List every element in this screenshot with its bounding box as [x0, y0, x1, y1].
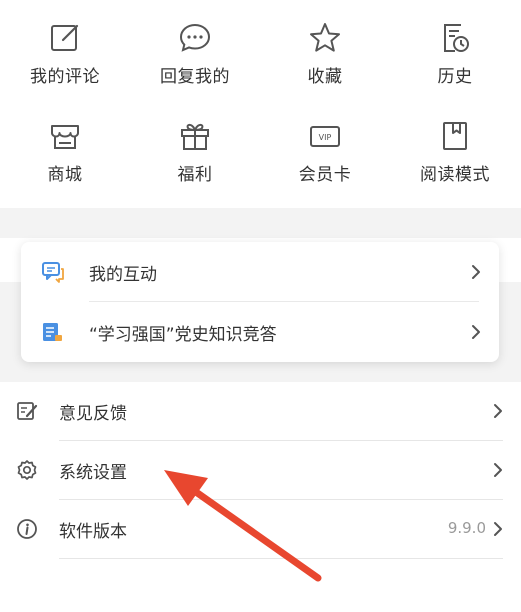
divider — [59, 558, 503, 559]
store-icon — [51, 125, 79, 149]
list-item-label: 意见反馈 — [59, 404, 127, 424]
grid-item-replies[interactable]: 回复我的 — [130, 20, 260, 110]
star-icon — [310, 23, 340, 52]
card-item-label: 我的互动 — [89, 265, 157, 285]
feedback-icon — [17, 402, 38, 420]
quiz-book-icon — [43, 323, 62, 341]
interaction-icon — [42, 262, 64, 283]
grid-item-label: 会员卡 — [298, 165, 352, 185]
chat-bubble-icon — [179, 23, 211, 52]
grid-item-label: 我的评论 — [30, 67, 100, 87]
grid-item-benefits[interactable]: 福利 — [130, 118, 260, 208]
grid-item-favorites[interactable]: 收藏 — [260, 20, 390, 110]
chevron-right-icon — [472, 265, 480, 279]
grid-item-label: 历史 — [437, 67, 473, 87]
grid-item-reading-mode[interactable]: 阅读模式 — [390, 118, 520, 208]
edit-icon — [51, 24, 79, 51]
list-item-feedback[interactable]: 意见反馈 — [0, 382, 521, 440]
chevron-right-icon — [494, 522, 502, 536]
card-item-label: “学习强国”党史知识竞答 — [89, 325, 277, 345]
card-item-my-interaction[interactable]: 我的互动 — [21, 242, 499, 302]
bookmark-icon — [443, 122, 467, 150]
list-item-software-version[interactable]: 软件版本 9.9.0 — [0, 500, 521, 558]
card-item-quiz[interactable]: “学习强国”党史知识竞答 — [21, 302, 499, 362]
grid-item-label: 商城 — [47, 165, 83, 185]
chevron-right-icon — [472, 325, 480, 339]
interaction-card: 我的互动 “学习强国”党史知识竞答 — [21, 242, 499, 362]
grid-item-history[interactable]: 历史 — [390, 20, 520, 110]
grid-item-label: 收藏 — [307, 67, 343, 87]
vip-card-icon: VIP — [310, 126, 340, 147]
feature-grid: 我的评论 回复我的 收藏 历史 商城 福利 VIP 会员卡 阅读模式 — [0, 0, 521, 208]
vip-badge-text: VIP — [319, 133, 332, 142]
section-gap — [0, 208, 521, 238]
grid-item-my-comments[interactable]: 我的评论 — [0, 20, 130, 110]
list-item-label: 系统设置 — [59, 463, 127, 483]
grid-item-store[interactable]: 商城 — [0, 118, 130, 208]
gift-icon — [181, 123, 209, 150]
grid-item-label: 回复我的 — [160, 67, 230, 87]
list-item-system-settings[interactable]: 系统设置 — [0, 441, 521, 499]
version-value: 9.9.0 — [447, 519, 486, 537]
chevron-right-icon — [494, 404, 502, 418]
chevron-right-icon — [494, 463, 502, 477]
info-icon — [17, 519, 37, 539]
grid-item-vip-card[interactable]: VIP 会员卡 — [260, 118, 390, 208]
history-icon — [444, 24, 469, 52]
gear-icon — [17, 460, 37, 480]
grid-item-label: 阅读模式 — [420, 165, 490, 185]
grid-item-label: 福利 — [177, 165, 213, 185]
list-item-label: 软件版本 — [59, 522, 127, 542]
